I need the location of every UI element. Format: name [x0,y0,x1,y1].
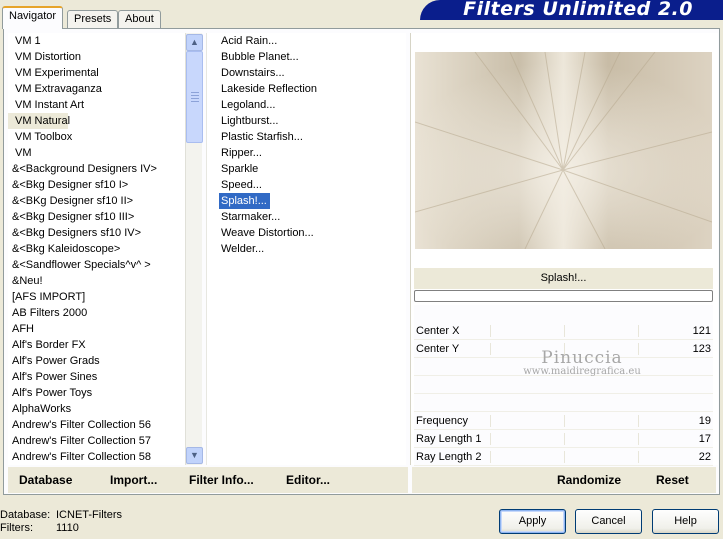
filter-item[interactable]: Speed... [207,177,406,193]
category-item[interactable]: &<Background Designers IV> [8,161,185,177]
database-button[interactable]: Database [19,473,72,487]
category-item[interactable]: VM Natural [8,113,70,129]
category-item[interactable]: &<Sandflower Specials^v^ > [8,257,185,273]
param-row[interactable]: Frequency 19 [414,412,713,430]
scroll-thumb[interactable] [186,51,203,143]
category-item[interactable]: Alf's Power Sines [8,369,185,385]
filter-item[interactable]: Weave Distortion... [207,225,406,241]
param-label: Center X [416,325,460,337]
category-item[interactable]: &<BKg Designer sf10 II> [8,193,185,209]
filter-preview-image [415,52,712,249]
import-button[interactable]: Import... [110,473,157,487]
category-item[interactable]: VM Toolbox [8,129,185,145]
param-label: Center Y [416,343,460,355]
tab-navigator[interactable]: Navigator [2,6,64,29]
apply-button[interactable]: Apply [499,509,566,534]
filter-item[interactable]: Sparkle [207,161,406,177]
category-item[interactable]: Andrew's Filter Collection 58 [8,449,185,465]
status-database-label: Database: [0,509,51,521]
progress-bar [414,290,713,302]
param-row[interactable]: Ray Length 1 17 [414,430,713,448]
tab-about[interactable]: About [118,10,161,28]
category-item[interactable]: VM Distortion [8,49,185,65]
selected-filter-name: Splash!... [414,268,713,289]
app-title-banner: Filters Unlimited 2.0 [420,0,723,20]
param-row[interactable]: Center X 121 [414,322,713,340]
category-item[interactable]: Alf's Border FX [8,337,185,353]
category-item[interactable]: AlphaWorks [8,401,185,417]
category-list[interactable]: VM 1 VM Distortion VM Experimental VM Extra… [8,33,185,465]
filter-item[interactable]: Legoland... [207,97,406,113]
filter-list[interactable]: Acid Rain... Bubble Planet... Downstairs..… [206,33,406,465]
category-item[interactable]: VM 1 [8,33,185,49]
filter-item[interactable]: Welder... [207,241,406,257]
right-toolbar: Randomize Reset [412,467,716,493]
category-item[interactable]: &<Bkg Kaleidoscope> [8,241,185,257]
category-item[interactable]: Andrew's Filter Collection 57 [8,433,185,449]
category-item[interactable]: AB Filters 2000 [8,305,185,321]
param-row-empty [414,394,713,412]
randomize-button[interactable]: Randomize [557,473,621,487]
editor-button[interactable]: Editor... [286,473,330,487]
filter-item[interactable]: Lightburst... [207,113,406,129]
watermark: Pinuccia www.maidiregrafica.eu [517,348,647,377]
tab-presets[interactable]: Presets [67,10,119,28]
filter-item[interactable]: Starmaker... [207,209,406,225]
filter-item[interactable]: Bubble Planet... [207,49,406,65]
param-label: Ray Length 2 [416,451,482,463]
category-item[interactable]: VM Experimental [8,65,185,81]
watermark-name: Pinuccia [541,348,623,368]
category-scrollbar[interactable]: ▲ ▼ [185,33,203,465]
filter-item[interactable]: Ripper... [207,145,406,161]
filter-item[interactable]: Downstairs... [207,65,406,81]
cancel-button[interactable]: Cancel [575,509,642,534]
param-value: 22 [698,451,711,463]
param-label: Frequency [416,415,468,427]
tab-strip: Navigator Presets About Filters Unlimite… [0,0,723,30]
left-toolbar: Database Import... Filter Info... Editor… [8,467,408,493]
scroll-up-arrow-icon[interactable]: ▲ [186,34,203,51]
param-row-empty [414,376,713,394]
category-item[interactable]: Alf's Power Toys [8,385,185,401]
param-label: Ray Length 1 [416,433,482,445]
help-button[interactable]: Help [652,509,719,534]
scroll-down-arrow-icon[interactable]: ▼ [186,447,203,464]
category-item[interactable]: VM Instant Art [8,97,185,113]
status-area: Database: ICNET-Filters Filters: 1110 [0,509,122,535]
category-item[interactable]: AFH [8,321,185,337]
category-item[interactable]: VM Extravaganza [8,81,185,97]
filter-item[interactable]: Plastic Starfish... [207,129,406,145]
status-filters-label: Filters: [0,522,33,534]
parameter-area: Center X 121 Center Y 123 Frequency 19 R… [414,305,713,466]
filter-item[interactable]: Splash!... [219,193,270,209]
reset-button[interactable]: Reset [656,473,689,487]
filter-item[interactable]: Acid Rain... [207,33,406,49]
watermark-url: www.maidiregrafica.eu [523,366,641,377]
category-item[interactable]: &<Bkg Designer sf10 III> [8,209,185,225]
category-item[interactable]: Andrew's Filter Collection 56 [8,417,185,433]
filter-item[interactable]: Lakeside Reflection [207,81,406,97]
param-value: 19 [698,415,711,427]
param-value: 123 [692,343,711,355]
category-item[interactable]: &Neu! [8,273,185,289]
category-item[interactable]: Alf's Power Grads [8,353,185,369]
param-value: 17 [698,433,711,445]
category-item[interactable]: &<Bkg Designer sf10 I> [8,177,185,193]
category-item[interactable]: &<Bkg Designers sf10 IV> [8,225,185,241]
status-filters-value: 1110 [56,522,79,534]
param-row[interactable]: Ray Length 2 22 [414,448,713,466]
param-value: 121 [692,325,711,337]
filter-info-button[interactable]: Filter Info... [189,473,254,487]
category-item[interactable]: [AFS IMPORT] [8,289,185,305]
status-database-value: ICNET-Filters [56,509,122,521]
category-item[interactable]: VM [8,145,185,161]
